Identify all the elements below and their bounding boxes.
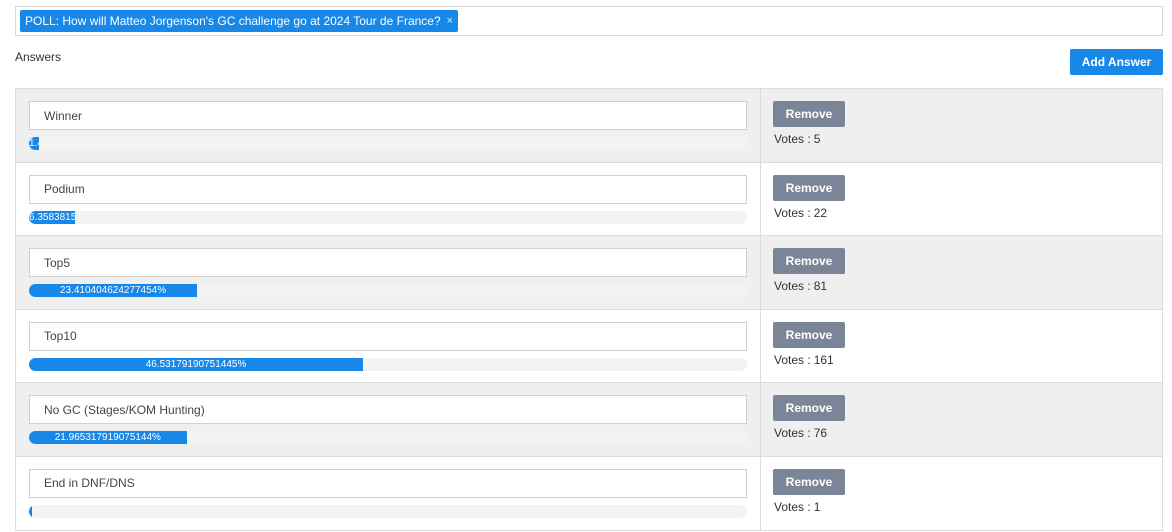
answer-row: 6.3583815 Remove Votes :22	[15, 162, 1163, 237]
vote-progress-fill	[29, 504, 32, 518]
votes-count: Votes :22	[774, 206, 830, 220]
poll-question-field[interactable]: POLL: How will Matteo Jorgenson's GC cha…	[15, 6, 1163, 36]
answer-input[interactable]	[29, 248, 747, 278]
add-answer-button[interactable]: Add Answer	[1070, 49, 1163, 75]
vote-progress-fill: 1.4	[29, 137, 40, 150]
answer-actions-cell: Remove Votes :161	[761, 310, 1162, 383]
answer-input[interactable]	[29, 101, 747, 130]
answer-cell	[16, 456, 761, 530]
answer-actions-cell: Remove Votes :22	[761, 163, 1162, 236]
votes-count: Votes :1	[774, 500, 823, 514]
votes-count: Votes :161	[774, 353, 837, 367]
votes-value: 22	[813, 205, 828, 220]
votes-prefix: Votes :	[774, 352, 811, 367]
answer-actions-cell: Remove Votes :5	[761, 89, 1162, 162]
vote-progress-fill: 23.410404624277454%	[29, 284, 198, 298]
answer-row: Remove Votes :1	[15, 456, 1163, 531]
remove-answer-button[interactable]: Remove	[773, 321, 845, 348]
answer-row: 21.965317919075144% Remove Votes :76	[15, 383, 1163, 457]
votes-value: 161	[813, 352, 834, 367]
votes-count: Votes :76	[774, 426, 830, 440]
answers-table: 1.4RemoveVotes :56.3583815RemoveVotes :2…	[15, 88, 1163, 531]
answer-actions-cell: Remove Votes :1	[761, 457, 1162, 530]
answer-actions-cell: Remove Votes :76	[761, 383, 1162, 456]
votes-prefix: Votes :	[774, 499, 811, 514]
answer-cell: 21.965317919075144%	[16, 383, 761, 456]
vote-progress-fill: 6.3583815	[29, 210, 75, 224]
answer-row: 1.4 Remove Votes :5	[15, 89, 1163, 163]
votes-prefix: Votes :	[774, 132, 811, 146]
answer-cell: 23.410404624277454%	[16, 236, 761, 309]
vote-progress-fill: 21.965317919075144%	[29, 431, 187, 445]
votes-value: 5	[813, 132, 821, 146]
votes-count: Votes :81	[774, 279, 830, 293]
remove-answer-button[interactable]: Remove	[773, 174, 845, 201]
answer-cell: 46.53179190751445%	[16, 309, 761, 383]
vote-progress-bar: 6.3583815	[29, 210, 747, 224]
remove-answer-button[interactable]: Remove	[773, 395, 845, 422]
votes-count: Votes :5	[774, 132, 823, 146]
vote-progress-bar: 1.4	[29, 137, 747, 150]
votes-prefix: Votes :	[774, 426, 811, 441]
answer-row: 23.410404624277454% Remove Votes :81	[15, 236, 1163, 310]
answer-row: 46.53179190751445% Remove Votes :161	[15, 309, 1163, 384]
remove-answer-button[interactable]: Remove	[773, 248, 845, 275]
answer-input[interactable]	[29, 468, 747, 498]
close-icon[interactable]: ×	[447, 10, 453, 32]
answers-heading: Answers	[15, 50, 62, 64]
vote-progress-bar: 23.410404624277454%	[29, 284, 747, 298]
vote-progress-bar	[29, 504, 747, 518]
answer-input[interactable]	[29, 395, 747, 425]
remove-answer-button[interactable]: Remove	[773, 101, 845, 127]
answer-cell: 6.3583815	[16, 162, 761, 236]
answer-actions-cell: Remove Votes :81	[761, 236, 1162, 309]
answer-input[interactable]	[29, 321, 747, 351]
vote-progress-fill: 46.53179190751445%	[29, 357, 364, 371]
votes-value: 1	[813, 499, 821, 514]
remove-answer-button[interactable]: Remove	[773, 468, 845, 495]
vote-progress-bar: 46.53179190751445%	[29, 357, 747, 371]
votes-prefix: Votes :	[774, 205, 811, 220]
poll-tag-label: POLL: How will Matteo Jorgenson's GC cha…	[25, 14, 441, 28]
poll-tag: POLL: How will Matteo Jorgenson's GC cha…	[20, 10, 459, 32]
votes-value: 76	[813, 426, 828, 441]
vote-progress-bar: 21.965317919075144%	[29, 431, 747, 445]
votes-prefix: Votes :	[774, 279, 811, 294]
answer-input[interactable]	[29, 174, 747, 204]
answer-cell: 1.4	[16, 89, 761, 162]
votes-value: 81	[813, 279, 828, 294]
